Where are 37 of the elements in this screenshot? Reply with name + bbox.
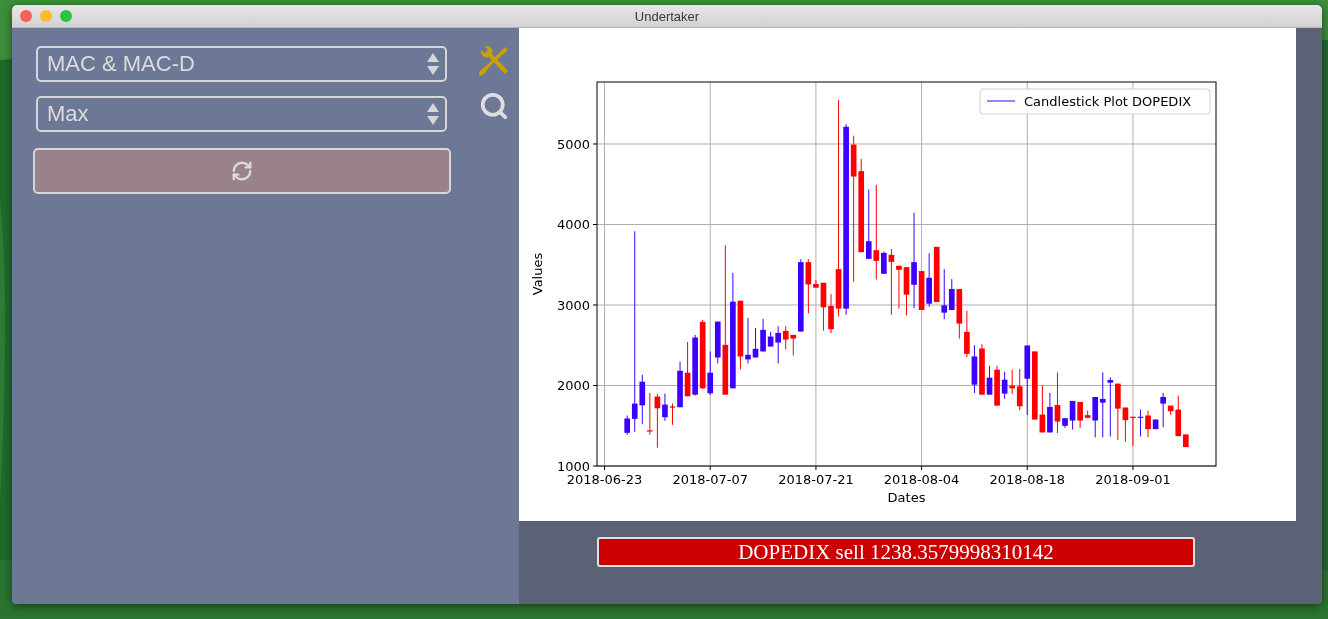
y-tick-label: 3000 — [556, 298, 590, 313]
tick-mark — [592, 304, 598, 306]
tick-mark — [592, 224, 598, 225]
close-button[interactable] — [20, 10, 32, 22]
y-tick-label: 4000 — [556, 217, 590, 233]
y-tick-label: 5000 — [556, 137, 590, 152]
tick-mark — [1026, 465, 1028, 471]
y-tick-label: 2000 — [556, 378, 590, 394]
refresh-button[interactable] — [33, 148, 451, 194]
y-tick-label: 1000 — [556, 459, 590, 474]
y-axis-label: Values — [530, 252, 545, 296]
x-tick-label: 2018-08-18 — [989, 472, 1066, 487]
legend-label: Candlestick Plot DOPEDIX — [1024, 94, 1192, 109]
search-icon[interactable] — [479, 91, 509, 121]
tick-mark — [1132, 465, 1134, 471]
select-field[interactable]: Max — [36, 96, 447, 132]
x-tick-label: 2018-09-01 — [1095, 472, 1171, 487]
stepper-arrows-icon — [427, 53, 439, 75]
x-tick-label: 2018-08-04 — [883, 472, 960, 487]
x-tick-label: 2018-07-07 — [672, 472, 748, 487]
signal-banner: DOPEDIX sell 1238.3579998310142 — [597, 537, 1195, 567]
tick-mark — [592, 385, 598, 386]
window-title: Undertaker — [634, 8, 700, 24]
zoom-button[interactable] — [60, 10, 72, 22]
refresh-icon — [231, 160, 253, 182]
tick-mark — [592, 143, 598, 145]
stepper-arrows-icon — [427, 103, 439, 125]
tick-mark — [815, 465, 817, 471]
tools-icon[interactable] — [479, 46, 509, 77]
tick-mark — [921, 465, 923, 471]
x-axis-label: Dates — [887, 490, 926, 505]
legend-line — [986, 100, 1016, 102]
select-field[interactable]: MAC & MAC-D — [36, 46, 447, 82]
x-tick-label: 2018-06-23 — [566, 472, 643, 487]
minimize-button[interactable] — [40, 10, 52, 22]
x-tick-label: 2018-07-21 — [778, 472, 854, 487]
tick-mark — [709, 465, 711, 471]
